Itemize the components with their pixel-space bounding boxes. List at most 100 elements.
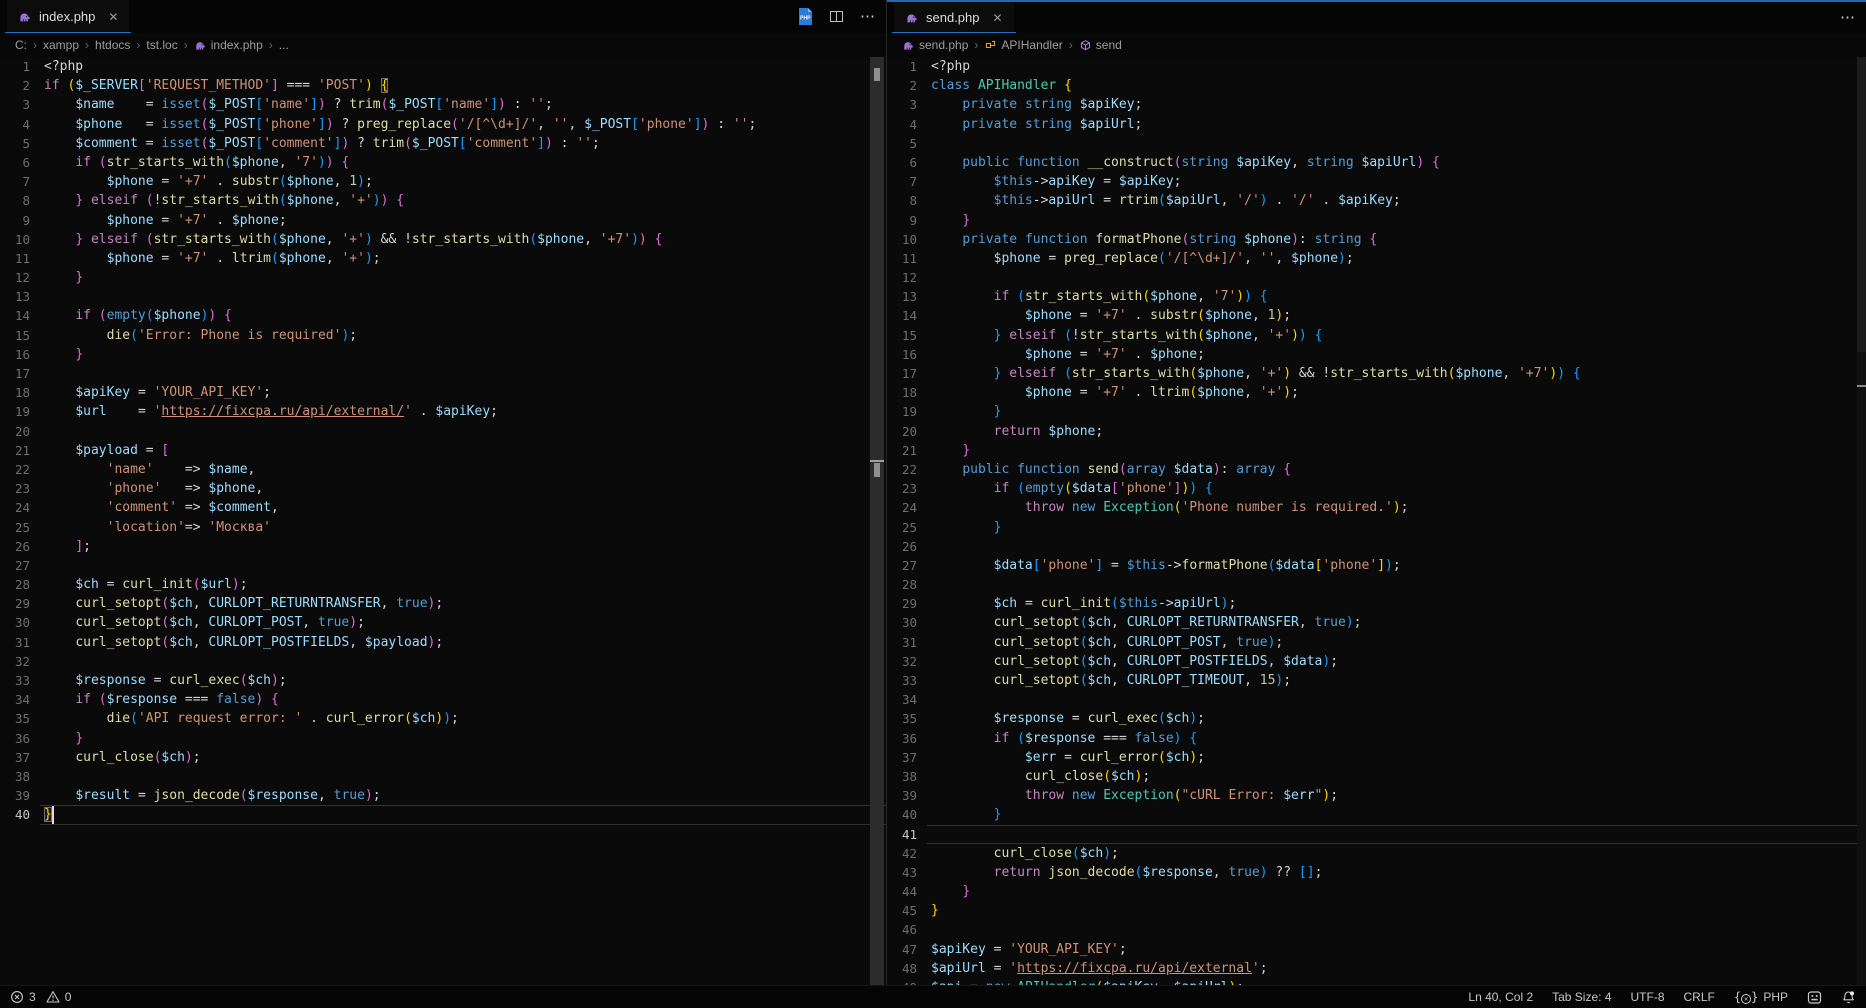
code-line[interactable]: 13 — [0, 287, 886, 306]
code-line[interactable]: 44 } — [887, 882, 1866, 901]
notifications-bell-icon[interactable] — [1841, 990, 1856, 1005]
code-line[interactable]: 39 throw new Exception("cURL Error: $err… — [887, 786, 1866, 805]
code-editor-left[interactable]: 1<?php2if ($_SERVER['REQUEST_METHOD'] ==… — [0, 57, 886, 985]
code-line[interactable]: 5 $comment = isset($_POST['comment']) ? … — [0, 134, 886, 153]
code-line[interactable]: 41 — [887, 825, 1866, 844]
code-line[interactable]: 17 — [0, 364, 886, 383]
breadcrumb-item[interactable]: C: — [15, 38, 27, 52]
code-line[interactable]: 20 — [0, 422, 886, 441]
code-line[interactable]: 38 curl_close($ch); — [887, 767, 1866, 786]
code-line[interactable]: 12 — [887, 268, 1866, 287]
code-line[interactable]: 14 $phone = '+7' . substr($phone, 1); — [887, 306, 1866, 325]
breadcrumb-item[interactable]: htdocs — [95, 38, 130, 52]
breadcrumb-item-class[interactable]: APIHandler — [984, 38, 1062, 52]
code-line[interactable]: 31 curl_setopt($ch, CURLOPT_POST, true); — [887, 633, 1866, 652]
code-line[interactable]: 4 private string $apiUrl; — [887, 115, 1866, 134]
code-line[interactable]: 2class APIHandler { — [887, 76, 1866, 95]
php-run-icon[interactable]: PHP — [798, 8, 813, 25]
code-line[interactable]: 21 } — [887, 441, 1866, 460]
code-line[interactable]: 26 ]; — [0, 537, 886, 556]
code-line[interactable]: 32 — [0, 652, 886, 671]
code-line[interactable]: 27 — [0, 556, 886, 575]
code-line[interactable]: 39 $result = json_decode($response, true… — [0, 786, 886, 805]
code-line[interactable]: 10 } elseif (str_starts_with($phone, '+'… — [0, 230, 886, 249]
indentation-indicator[interactable]: Tab Size: 4 — [1552, 990, 1611, 1004]
code-line[interactable]: 24 throw new Exception('Phone number is … — [887, 498, 1866, 517]
tab-send-php[interactable]: send.php ✕ — [894, 2, 1014, 33]
code-line[interactable]: 23 'phone' => $phone, — [0, 479, 886, 498]
more-actions-icon[interactable]: ⋯ — [1840, 10, 1856, 25]
code-line[interactable]: 49$api = new APIHandler($apiKey, $apiUrl… — [887, 978, 1866, 985]
code-line[interactable]: 1<?php — [0, 57, 886, 76]
breadcrumb-item-symbol[interactable]: ... — [279, 38, 289, 52]
code-line[interactable]: 25 } — [887, 518, 1866, 537]
code-line[interactable]: 28 — [887, 575, 1866, 594]
scrollbar-thumb[interactable] — [1857, 57, 1866, 352]
cursor-position-indicator[interactable]: Ln 40, Col 2 — [1468, 990, 1533, 1004]
code-line[interactable]: 42 curl_close($ch); — [887, 844, 1866, 863]
code-line[interactable]: 9 $phone = '+7' . $phone; — [0, 211, 886, 230]
code-line[interactable]: 8 $this->apiUrl = rtrim($apiUrl, '/') . … — [887, 191, 1866, 210]
encoding-indicator[interactable]: UTF-8 — [1631, 990, 1665, 1004]
code-line[interactable]: 22 public function send(array $data): ar… — [887, 460, 1866, 479]
code-line[interactable]: 11 $phone = preg_replace('/[^\d+]/', '',… — [887, 249, 1866, 268]
code-line[interactable]: 10 private function formatPhone(string $… — [887, 230, 1866, 249]
code-line[interactable]: 27 $data['phone'] = $this->formatPhone($… — [887, 556, 1866, 575]
code-line[interactable]: 8 } elseif (!str_starts_with($phone, '+'… — [0, 191, 886, 210]
code-line[interactable]: 36 } — [0, 729, 886, 748]
scrollbar-overview-ruler-left[interactable] — [870, 57, 884, 985]
code-line[interactable]: 3 $name = isset($_POST['name']) ? trim($… — [0, 95, 886, 114]
code-line[interactable]: 19 } — [887, 402, 1866, 421]
code-line[interactable]: 34 if ($response === false) { — [0, 690, 886, 709]
code-line[interactable]: 30 curl_setopt($ch, CURLOPT_RETURNTRANSF… — [887, 613, 1866, 632]
breadcrumb-item[interactable]: tst.loc — [146, 38, 177, 52]
code-line[interactable]: 31 curl_setopt($ch, CURLOPT_POSTFIELDS, … — [0, 633, 886, 652]
code-line[interactable]: 34 — [887, 690, 1866, 709]
code-line[interactable]: 21 $payload = [ — [0, 441, 886, 460]
code-editor-right[interactable]: 1<?php2class APIHandler {3 private strin… — [887, 57, 1866, 985]
problems-indicator[interactable]: 3 0 — [10, 990, 71, 1004]
language-mode-indicator[interactable]: {✕} PHP — [1734, 990, 1788, 1004]
code-line[interactable]: 22 'name' => $name, — [0, 460, 886, 479]
code-line[interactable]: 38 — [0, 767, 886, 786]
breadcrumb-item-file[interactable]: send.php — [902, 38, 968, 52]
code-line[interactable]: 45} — [887, 901, 1866, 920]
code-line[interactable]: 25 'location'=> 'Москва' — [0, 518, 886, 537]
breadcrumb-item-file[interactable]: index.php — [194, 38, 263, 52]
code-line[interactable]: 37 $err = curl_error($ch); — [887, 748, 1866, 767]
code-line[interactable]: 7 $phone = '+7' . substr($phone, 1); — [0, 172, 886, 191]
code-line[interactable]: 26 — [887, 537, 1866, 556]
code-line[interactable]: 23 if (empty($data['phone'])) { — [887, 479, 1866, 498]
code-line[interactable]: 35 $response = curl_exec($ch); — [887, 709, 1866, 728]
code-line[interactable]: 47$apiKey = 'YOUR_API_KEY'; — [887, 940, 1866, 959]
code-line[interactable]: 28 $ch = curl_init($url); — [0, 575, 886, 594]
code-line[interactable]: 46 — [887, 920, 1866, 939]
code-line[interactable]: 6 if (str_starts_with($phone, '7')) { — [0, 153, 886, 172]
code-line[interactable]: 13 if (str_starts_with($phone, '7')) { — [887, 287, 1866, 306]
code-line[interactable]: 15 } elseif (!str_starts_with($phone, '+… — [887, 326, 1866, 345]
close-icon[interactable]: ✕ — [993, 11, 1003, 25]
code-line[interactable]: 40} — [0, 805, 886, 824]
code-line[interactable]: 32 curl_setopt($ch, CURLOPT_POSTFIELDS, … — [887, 652, 1866, 671]
code-line[interactable]: 20 return $phone; — [887, 422, 1866, 441]
code-line[interactable]: 4 $phone = isset($_POST['phone']) ? preg… — [0, 115, 886, 134]
code-line[interactable]: 35 die('API request error: ' . curl_erro… — [0, 709, 886, 728]
code-line[interactable]: 33 $response = curl_exec($ch); — [0, 671, 886, 690]
code-line[interactable]: 29 curl_setopt($ch, CURLOPT_RETURNTRANSF… — [0, 594, 886, 613]
eol-indicator[interactable]: CRLF — [1684, 990, 1715, 1004]
code-line[interactable]: 15 die('Error: Phone is required'); — [0, 326, 886, 345]
code-line[interactable]: 19 $url = 'https://fixcpa.ru/api/externa… — [0, 402, 886, 421]
code-line[interactable]: 12 } — [0, 268, 886, 287]
code-line[interactable]: 9 } — [887, 211, 1866, 230]
app-grid-icon[interactable] — [1807, 990, 1822, 1005]
code-line[interactable]: 2if ($_SERVER['REQUEST_METHOD'] === 'POS… — [0, 76, 886, 95]
code-line[interactable]: 16 } — [0, 345, 886, 364]
scrollbar-overview-ruler-right[interactable] — [1857, 57, 1866, 985]
code-line[interactable]: 43 return json_decode($response, true) ?… — [887, 863, 1866, 882]
code-line[interactable]: 7 $this->apiKey = $apiKey; — [887, 172, 1866, 191]
code-line[interactable]: 33 curl_setopt($ch, CURLOPT_TIMEOUT, 15)… — [887, 671, 1866, 690]
close-icon[interactable]: ✕ — [108, 10, 118, 24]
code-line[interactable]: 17 } elseif (str_starts_with($phone, '+'… — [887, 364, 1866, 383]
split-editor-icon[interactable] — [829, 9, 844, 24]
code-line[interactable]: 3 private string $apiKey; — [887, 95, 1866, 114]
